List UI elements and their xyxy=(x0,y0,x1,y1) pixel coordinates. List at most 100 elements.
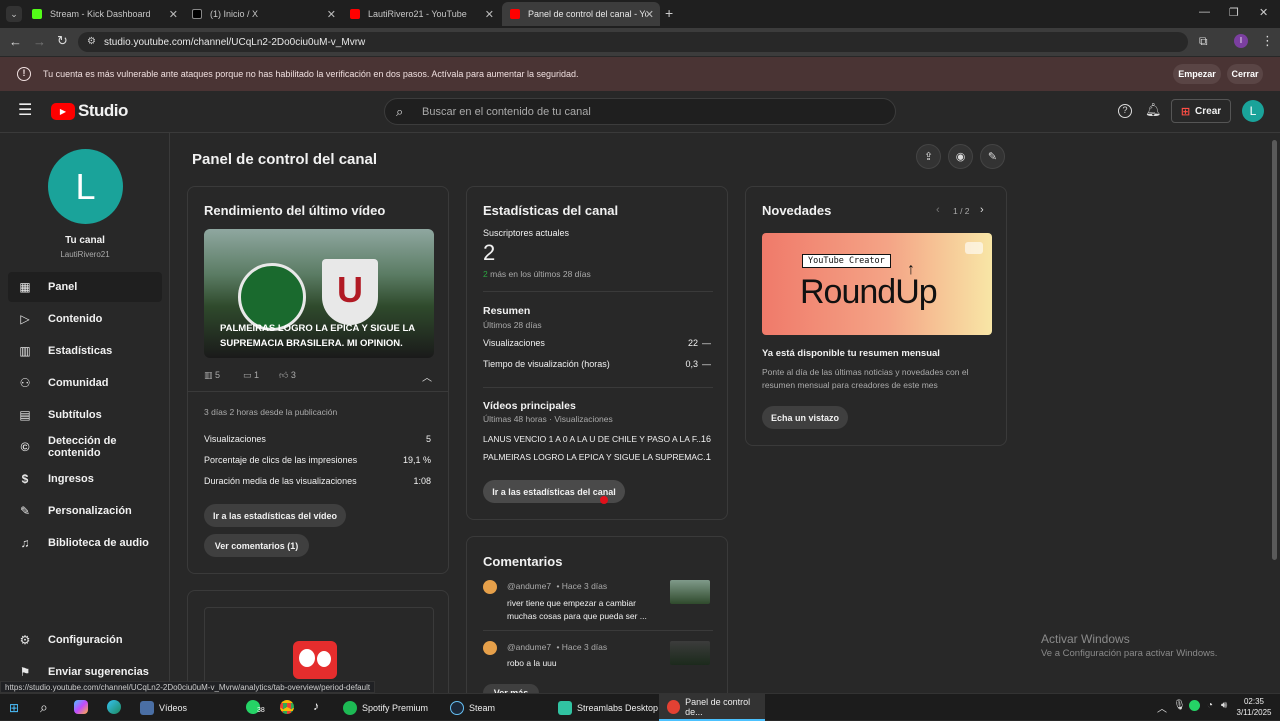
collapse-chevron-icon[interactable]: ︿ xyxy=(422,369,432,384)
streamlabs-icon xyxy=(558,700,572,715)
divider xyxy=(188,391,448,392)
site-info-icon[interactable]: ⚙ xyxy=(87,36,96,47)
link-status-url: https://studio.youtube.com/channel/UCqLn… xyxy=(0,681,376,693)
commenter-avatar[interactable] xyxy=(483,641,497,655)
roundup-banner[interactable]: YouTube Creator RoundUp ↑ xyxy=(762,233,992,335)
hamburger-menu-icon[interactable]: ☰ xyxy=(18,103,32,119)
create-post-icon[interactable]: ✎ xyxy=(980,144,1005,169)
tab-search-icon[interactable]: ⌄ xyxy=(6,6,22,22)
security-banner: ! Tu cuenta es más vulnerable ante ataqu… xyxy=(0,57,1280,91)
close-tab-icon[interactable]: ✕ xyxy=(169,8,178,21)
close-banner-button[interactable]: Cerrar xyxy=(1227,64,1263,84)
upload-icon[interactable]: ⇪ xyxy=(916,144,941,169)
taskbar-item-chrome-active[interactable]: Panel de control de... xyxy=(659,694,765,721)
copilot-icon[interactable] xyxy=(74,700,88,714)
activation-watermark: Activar Windows Ve a Configuración para … xyxy=(1041,632,1218,659)
close-tab-icon[interactable]: ✕ xyxy=(645,8,654,21)
sidebar-item-audio-library[interactable]: ♫ Biblioteca de audio xyxy=(8,528,162,558)
search-icon[interactable]: ⌕ xyxy=(40,699,48,716)
browser-tab-x[interactable]: (1) Inicio / X ✕ xyxy=(184,2,342,26)
tray-chevron-icon[interactable]: ︿ xyxy=(1157,700,1167,715)
taskbar-item-streamlabs[interactable]: Streamlabs Desktop xyxy=(558,694,658,721)
forward-icon[interactable]: → xyxy=(33,34,46,49)
channel-analytics-title: Estadísticas del canal xyxy=(483,203,619,218)
studio-logo[interactable]: ▶ Studio xyxy=(51,101,128,121)
account-avatar[interactable]: L xyxy=(1242,100,1264,122)
dollar-icon: $ xyxy=(21,472,29,486)
close-tab-icon[interactable]: ✕ xyxy=(485,8,494,21)
comment-meta: @andume7 • Hace 3 días xyxy=(507,581,608,591)
top-video-title[interactable]: PALMEIRAS LOGRO LA EPICA Y SIGUE LA SUPR… xyxy=(483,452,710,462)
chrome-icon[interactable] xyxy=(280,700,294,714)
video-thumbnail[interactable]: U PALMEIRAS LOGRO LA EPICA Y SIGUE LA SU… xyxy=(204,229,434,358)
notifications-bell-icon[interactable]: 🔔︎ xyxy=(1145,102,1162,118)
taskbar-item-spotify[interactable]: Spotify Premium xyxy=(343,694,428,721)
taskbar-item-steam[interactable]: Steam xyxy=(450,694,495,721)
dashboard-icon: ▦ xyxy=(19,280,31,294)
spotify-icon xyxy=(343,700,357,715)
steam-icon xyxy=(450,700,464,715)
windows-start-icon[interactable]: ⊞ xyxy=(9,701,19,715)
stat-comments: ▭ 1 xyxy=(243,370,260,380)
tray-app-icon[interactable] xyxy=(1189,700,1200,711)
page-scrollbar[interactable] xyxy=(1272,140,1277,560)
sidebar-item-earn[interactable]: $ Ingresos xyxy=(8,464,162,494)
comment-video-thumbnail[interactable] xyxy=(670,580,710,604)
news-headline: Ya está disponible tu resumen mensual xyxy=(762,348,940,359)
trend-flat-icon: — xyxy=(702,338,711,348)
news-cta-button[interactable]: Echa un vistazo xyxy=(762,406,848,429)
tiktok-icon[interactable]: ♪ xyxy=(313,699,319,713)
x-favicon-icon xyxy=(192,9,202,19)
sidebar-item-content[interactable]: ▷ Contenido xyxy=(8,304,162,334)
start-button[interactable]: Empezar xyxy=(1173,64,1221,84)
comment-video-thumbnail[interactable] xyxy=(670,641,710,665)
prev-chevron-icon[interactable]: ‹ xyxy=(936,204,940,216)
subtitles-icon: ▤ xyxy=(19,408,31,422)
sidebar-item-subtitles[interactable]: ▤ Subtítulos xyxy=(8,400,162,430)
profile-icon[interactable]: I xyxy=(1234,34,1248,48)
browser-tab-youtube[interactable]: LautiRivero21 - YouTube ✕ xyxy=(342,2,500,26)
sidebar-item-community[interactable]: ⚇ Comunidad xyxy=(8,368,162,398)
page-title: Panel de control del canal xyxy=(192,151,378,168)
go-live-icon[interactable]: ◉ xyxy=(948,144,973,169)
taskbar-item-videos[interactable]: Vídeos xyxy=(140,694,187,721)
restore-icon[interactable]: ❐ xyxy=(1229,6,1239,19)
commenter-avatar[interactable] xyxy=(483,580,497,594)
create-button[interactable]: ⊞ Crear xyxy=(1171,99,1231,123)
comments-title: Comentarios xyxy=(483,554,563,569)
browser-tab-studio[interactable]: Panel de control del canal - You ✕ xyxy=(502,2,660,26)
youtube-play-logo-icon: ▶ xyxy=(51,102,75,120)
sidebar-item-analytics[interactable]: ▥ Estadísticas xyxy=(8,336,162,366)
extensions-icon[interactable]: ⧉ xyxy=(1199,34,1208,49)
stat-views: ▥ 5 xyxy=(204,370,221,380)
channel-name: LautiRivero21 xyxy=(60,250,110,259)
search-input[interactable]: ⌕ Buscar en el contenido de tu canal xyxy=(384,98,896,125)
clock[interactable]: 02:35 3/11/2025 xyxy=(1232,696,1276,718)
reload-icon[interactable]: ↻ xyxy=(57,33,68,49)
next-chevron-icon[interactable]: › xyxy=(980,204,984,216)
volume-icon[interactable]: 🔊︎ xyxy=(1221,700,1227,711)
back-icon[interactable]: ← xyxy=(9,34,22,49)
help-icon[interactable]: ? xyxy=(1118,104,1132,118)
close-window-icon[interactable]: ✕ xyxy=(1259,6,1268,19)
microphone-icon[interactable]: 🎙︎ xyxy=(1173,700,1186,711)
close-tab-icon[interactable]: ✕ xyxy=(327,8,336,21)
video-analytics-button[interactable]: Ir a las estadísticas del vídeo xyxy=(204,504,346,527)
view-comments-button[interactable]: Ver comentarios (1) xyxy=(204,534,309,557)
sidebar-item-settings[interactable]: ⚙ Configuración xyxy=(8,625,162,655)
copyright-icon: © xyxy=(20,440,30,454)
new-tab-icon[interactable]: + xyxy=(665,5,673,21)
top-video-title[interactable]: LANUS VENCIO 1 A 0 A LA U DE CHILE Y PAS… xyxy=(483,434,703,444)
banner-text: Tu cuenta es más vulnerable ante ataques… xyxy=(43,69,579,79)
browser-tab-kick[interactable]: Stream - Kick Dashboard ✕ xyxy=(24,2,184,26)
edge-icon[interactable] xyxy=(107,700,121,714)
comment-meta: @andume7 • Hace 3 días xyxy=(507,642,608,652)
network-icon[interactable]: ◔ xyxy=(1207,700,1213,711)
sidebar-item-customization[interactable]: ✎ Personalización xyxy=(8,496,162,526)
sidebar-item-panel[interactable]: ▦ Panel xyxy=(8,272,162,302)
minimize-icon[interactable]: — xyxy=(1199,6,1210,18)
channel-avatar[interactable]: L xyxy=(48,149,123,224)
url-field[interactable]: ⚙ studio.youtube.com/channel/UCqLn2-2Do0… xyxy=(78,32,1188,52)
sidebar-item-copyright[interactable]: © Detección de contenido xyxy=(8,432,162,462)
browser-menu-icon[interactable]: ⋮ xyxy=(1261,33,1274,49)
